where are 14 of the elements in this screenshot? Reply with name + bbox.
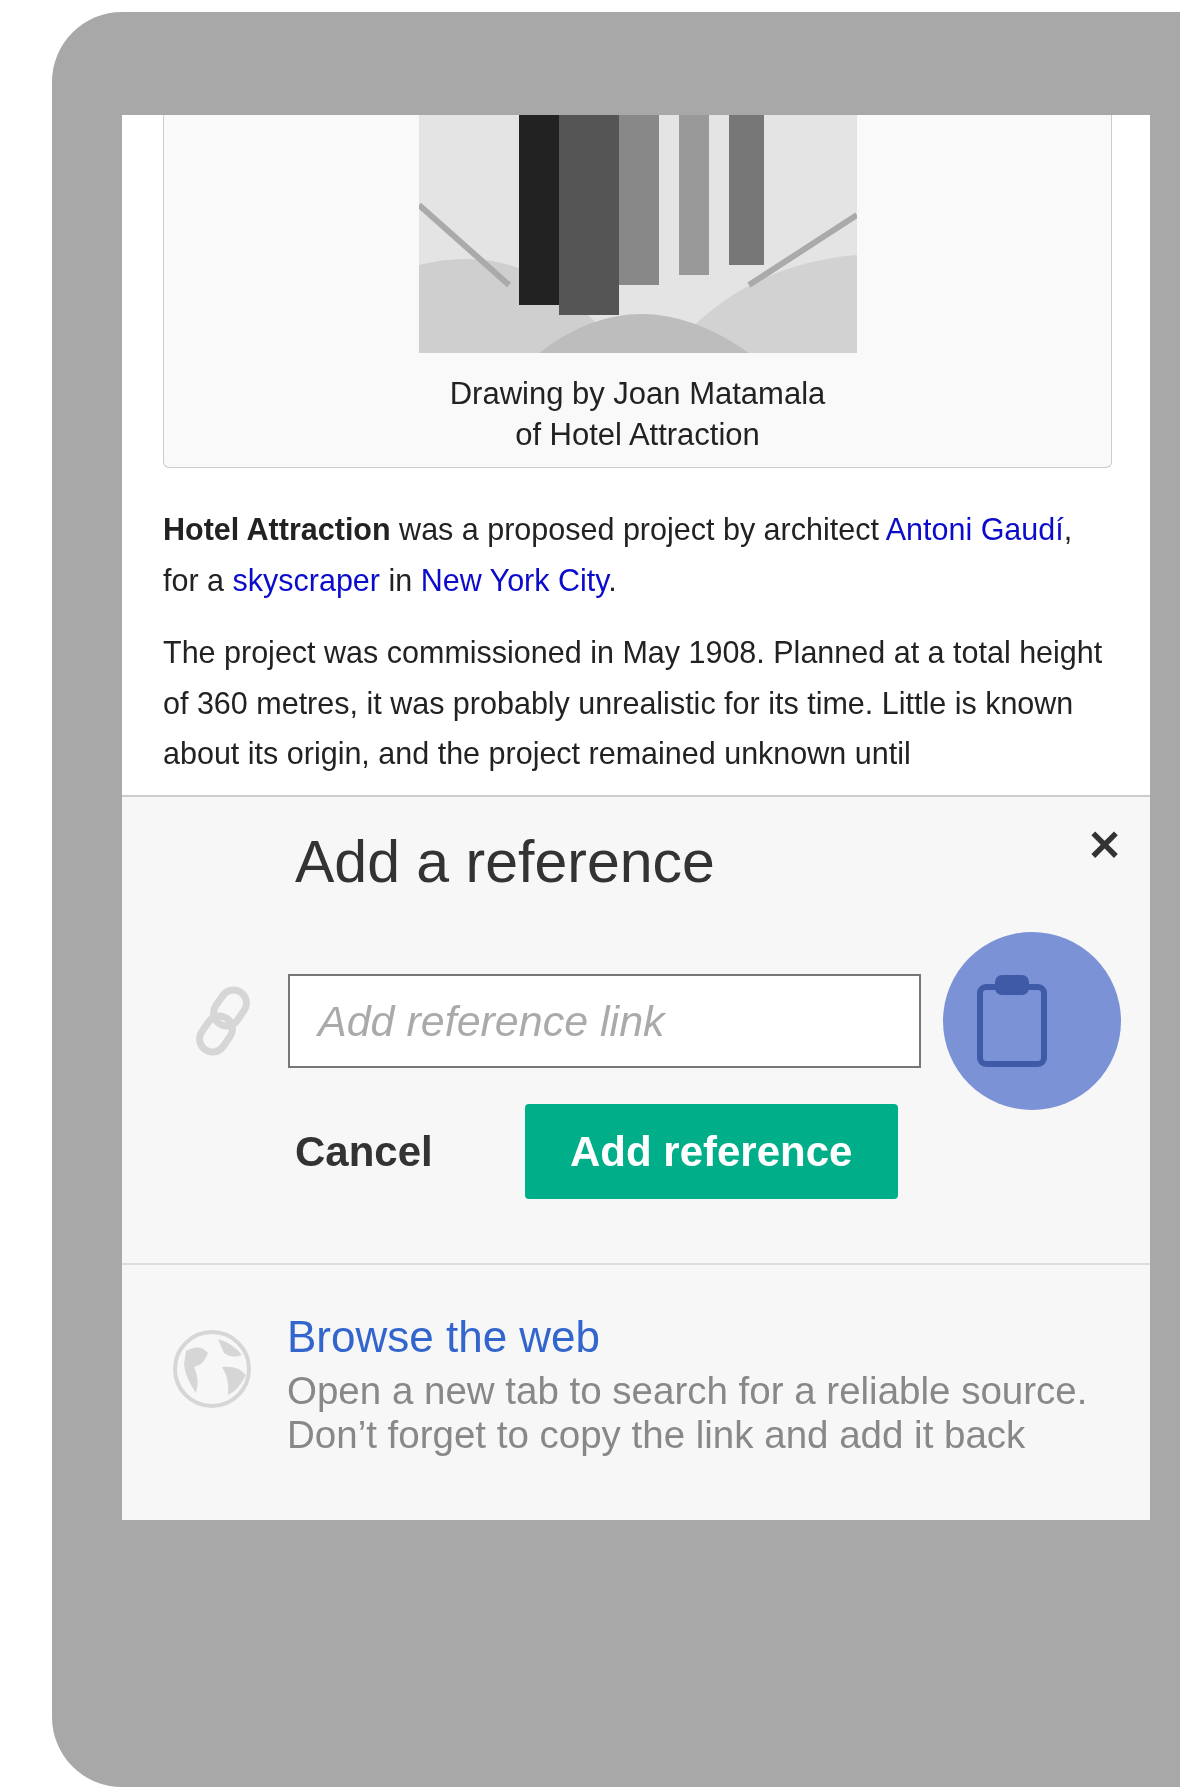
cancel-button[interactable]: Cancel	[295, 1127, 433, 1176]
close-button[interactable]: ✕	[1087, 825, 1122, 867]
clipboard-icon	[976, 975, 1048, 1067]
article-link[interactable]: Antoni Gaudí	[885, 512, 1064, 546]
article-paragraph: Hotel Attraction was a proposed project by architect Antoni Gaudí, for a skyscraper in New York City.	[163, 511, 1074, 600]
figure-caption: Drawing by Joan Matamala of Hotel Attraction	[449, 375, 826, 454]
article-link[interactable]: New York City	[420, 562, 609, 597]
globe-icon	[172, 1329, 252, 1409]
chain-link-icon	[195, 985, 251, 1057]
browse-web-link[interactable]: Browse the web	[287, 1313, 1088, 1361]
article-link[interactable]: skyscraper	[232, 562, 380, 597]
dialog-title: Add a reference	[295, 832, 715, 892]
browse-description: Open a new tab to search for a reliable source. Don’t forget to copy the link and add it back	[287, 1369, 1088, 1457]
article-paragraph: The project was commissioned in May 1908. Planned at a total height of 360 metres, it was probably unrealistic for its time. Little is known about its origin, and the project remained unknown until	[163, 634, 1104, 773]
